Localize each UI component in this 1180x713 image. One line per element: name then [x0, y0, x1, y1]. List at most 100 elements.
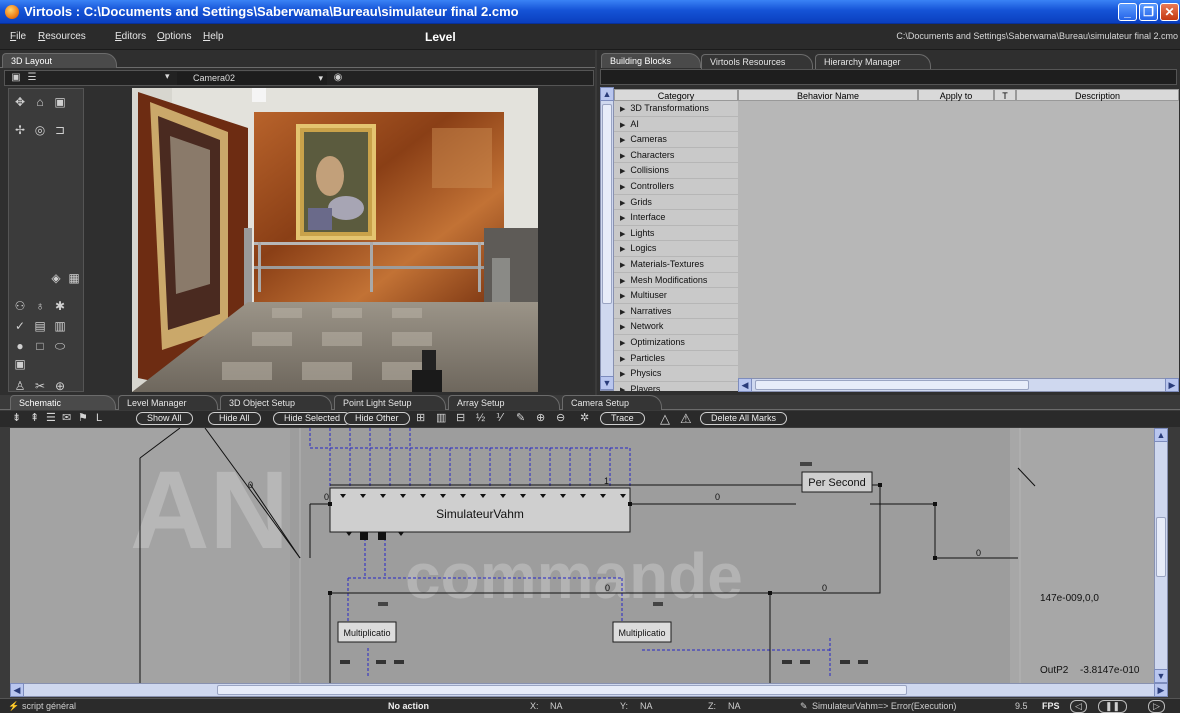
- camera-select[interactable]: Camera02: [177, 72, 327, 85]
- multiplication-block-2[interactable]: Multiplicatio: [618, 628, 665, 638]
- ratio-icon[interactable]: ½: [476, 412, 485, 425]
- grid-object-icon[interactable]: ▥: [53, 319, 67, 333]
- menu-resources[interactable]: Resources: [38, 31, 86, 42]
- hide-selected-button[interactable]: Hide Selected: [273, 412, 352, 425]
- column-behavior-name[interactable]: Behavior Name: [738, 89, 918, 101]
- table-icon[interactable]: ▦: [67, 271, 81, 285]
- scroll-up-arrow-icon[interactable]: ▲: [600, 87, 614, 101]
- category-particles[interactable]: Particles: [614, 351, 738, 367]
- category-ai[interactable]: AI: [614, 117, 738, 133]
- category-header[interactable]: Category: [614, 89, 738, 101]
- menu-options[interactable]: Options: [157, 31, 191, 42]
- tab-building-blocks[interactable]: Building Blocks: [601, 53, 701, 68]
- character-icon[interactable]: ⚇: [13, 299, 27, 313]
- tab-array-setup[interactable]: Array Setup: [448, 395, 560, 410]
- tab-hierarchy-manager[interactable]: Hierarchy Manager: [815, 54, 931, 69]
- schematic-canvas[interactable]: AN commande SimulateurVahm 0 0 0 0 0 0 1…: [10, 428, 1168, 683]
- default-ratio-icon[interactable]: ⅟: [496, 412, 502, 425]
- category-network[interactable]: Network: [614, 319, 738, 335]
- cylinder-icon[interactable]: ⬭: [53, 339, 67, 353]
- category-mesh-modifications[interactable]: Mesh Modifications: [614, 273, 738, 289]
- menu-file[interactable]: File: [10, 31, 26, 42]
- mail-icon[interactable]: ✉: [62, 412, 71, 425]
- zoom-in-icon[interactable]: ⊕: [536, 412, 545, 425]
- scroll-down-arrow-icon[interactable]: ▼: [1154, 669, 1168, 683]
- translate-icon[interactable]: ✢: [13, 123, 27, 137]
- paint-icon[interactable]: ✎: [516, 412, 525, 425]
- rewind-button[interactable]: ◁: [1070, 700, 1087, 713]
- category-scroll-thumb[interactable]: [602, 104, 612, 304]
- tab-level-manager[interactable]: Level Manager: [118, 395, 218, 410]
- mark-icon[interactable]: △: [660, 412, 670, 425]
- category-scrollbar[interactable]: ▲ ▼: [600, 87, 614, 391]
- camera-icon[interactable]: ▣: [9, 71, 23, 85]
- show-all-button[interactable]: Show All: [136, 412, 193, 425]
- trace-button[interactable]: Trace: [600, 412, 645, 425]
- category-characters[interactable]: Characters: [614, 148, 738, 164]
- delete-all-marks-button[interactable]: Delete All Marks: [700, 412, 788, 425]
- arrange-icon[interactable]: ⊟: [456, 412, 465, 425]
- target-icon[interactable]: ⊕: [53, 379, 67, 393]
- curve-icon[interactable]: ✓: [13, 319, 27, 333]
- column-t[interactable]: T: [994, 89, 1016, 101]
- minimize-button[interactable]: _: [1118, 3, 1137, 21]
- category-physics[interactable]: Physics: [614, 366, 738, 382]
- add-comment-icon[interactable]: ⇞: [30, 412, 39, 425]
- debug-icon[interactable]: ✲: [580, 412, 589, 425]
- zoom-out-icon[interactable]: ⊖: [556, 412, 565, 425]
- body-icon[interactable]: ♙: [13, 379, 27, 393]
- category-collisions[interactable]: Collisions: [614, 163, 738, 179]
- list-icon[interactable]: ☰: [25, 71, 39, 85]
- category-materials-textures[interactable]: Materials-Textures: [614, 257, 738, 273]
- behavior-hscrollbar[interactable]: ◀ ▶: [738, 378, 1179, 392]
- menu-editors[interactable]: Editors: [115, 31, 146, 42]
- sphere-icon[interactable]: ●: [13, 339, 27, 353]
- schematic-hscrollbar[interactable]: ◀ ▶: [10, 683, 1168, 697]
- rotate-icon[interactable]: ◎: [33, 123, 47, 137]
- behavior-scroll-thumb[interactable]: [755, 380, 1029, 390]
- category-optimizations[interactable]: Optimizations: [614, 335, 738, 351]
- schematic-vscroll-thumb[interactable]: [1156, 517, 1166, 577]
- tab-camera-setup[interactable]: Camera Setup: [562, 395, 662, 410]
- tab-schematic[interactable]: Schematic: [10, 395, 116, 410]
- frame-icon[interactable]: ▤: [33, 319, 47, 333]
- flag-icon[interactable]: ⚑: [78, 412, 88, 425]
- list-icon[interactable]: ☰: [46, 412, 56, 425]
- building-block-search[interactable]: [600, 69, 1177, 85]
- scroll-up-arrow-icon[interactable]: ▲: [1154, 428, 1168, 442]
- category-narratives[interactable]: Narratives: [614, 304, 738, 320]
- scroll-down-arrow-icon[interactable]: ▼: [600, 376, 614, 390]
- dropdown-arrow-icon[interactable]: ▾: [165, 71, 170, 82]
- bones-icon[interactable]: ✂: [33, 379, 47, 393]
- hide-all-button[interactable]: Hide All: [208, 412, 261, 425]
- align-icon[interactable]: ⊞: [416, 412, 425, 425]
- category-logics[interactable]: Logics: [614, 241, 738, 257]
- category-players[interactable]: Players: [614, 382, 738, 391]
- portal-icon[interactable]: ▣: [13, 357, 27, 371]
- scroll-right-arrow-icon[interactable]: ▶: [1154, 683, 1168, 697]
- link-icon[interactable]: L: [96, 412, 102, 425]
- tab-3d-object-setup[interactable]: 3D Object Setup: [220, 395, 332, 410]
- move-icon[interactable]: ✥: [13, 95, 27, 109]
- particle-icon[interactable]: ✱: [53, 299, 67, 313]
- multiplication-block-1[interactable]: Multiplicatio: [343, 628, 390, 638]
- tab-point-light-setup[interactable]: Point Light Setup: [334, 395, 446, 410]
- 3d-viewport[interactable]: [132, 88, 538, 392]
- lock-icon[interactable]: ⌂: [33, 95, 47, 109]
- category-3d-transformations[interactable]: 3D Transformations: [614, 101, 738, 117]
- tab-3d-layout[interactable]: 3D Layout: [2, 53, 117, 68]
- scale-icon[interactable]: ⊐: [53, 123, 67, 137]
- add-script-icon[interactable]: ⇟: [12, 412, 21, 425]
- category-interface[interactable]: Interface: [614, 210, 738, 226]
- grid-icon[interactable]: ◈: [49, 271, 63, 285]
- columns-icon[interactable]: ▥: [436, 412, 446, 425]
- pause-button[interactable]: ❚❚: [1098, 700, 1128, 713]
- simulateur-vahm-block[interactable]: SimulateurVahm: [436, 507, 524, 521]
- category-controllers[interactable]: Controllers: [614, 179, 738, 195]
- category-grids[interactable]: Grids: [614, 195, 738, 211]
- menu-help[interactable]: Help: [203, 31, 224, 42]
- close-button[interactable]: ✕: [1160, 3, 1179, 21]
- schematic-vscrollbar[interactable]: ▲ ▼: [1154, 428, 1168, 683]
- scroll-left-arrow-icon[interactable]: ◀: [738, 378, 752, 392]
- behavior-list[interactable]: [738, 101, 1179, 378]
